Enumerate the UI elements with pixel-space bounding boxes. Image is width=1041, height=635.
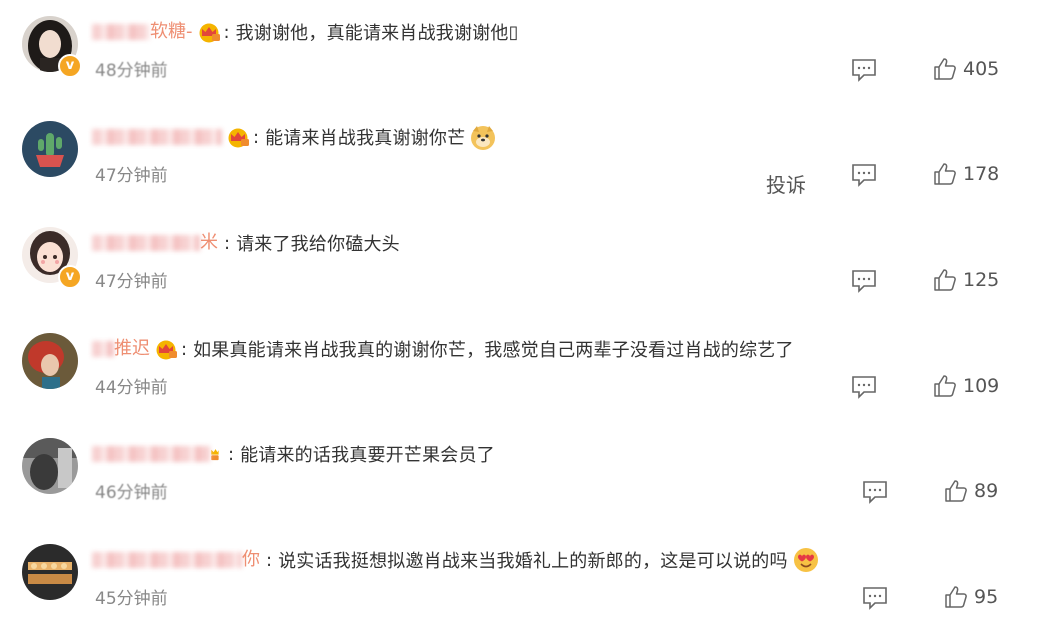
timestamp: 47分钟前 [95,166,168,186]
comment-header: 推迟 : 如果真能请来肖战我真的谢谢你芒，我感觉自己两辈子没看过肖战的综艺了 [92,335,794,363]
comment-reply-icon[interactable] [851,269,877,293]
username[interactable] [92,126,222,148]
thumbs-up-icon[interactable] [933,268,957,292]
comment-header: : 能请来的话我真要开芒果会员了 [92,440,495,468]
timestamp: 45分钟前 [95,589,168,609]
username[interactable]: 软糖- [92,21,193,43]
like-count: 125 [963,269,1000,291]
avatar[interactable] [22,121,78,177]
username[interactable] [92,443,210,465]
comment-item: : 能请来肖战我真谢谢你芒 47分钟前 投诉 178 [0,105,1041,210]
like-count: 109 [963,375,1000,397]
comment-text: 如果真能请来肖战我真的谢谢你芒，我感觉自己两辈子没看过肖战的综艺了 [193,340,794,361]
heart-eyes-emoji-icon [793,548,818,572]
verified-badge-icon: v [58,265,82,289]
username[interactable]: 米 [92,232,218,254]
comment-reply-icon[interactable] [851,375,877,399]
thumbs-up-icon[interactable] [933,162,957,186]
verified-badge-icon: v [58,54,82,78]
timestamp: 48分钟前 [95,61,168,81]
comment-header: 你 : 说实话我挺想拟邀肖战来当我婚礼上的新郎的，这是可以说的吗 [92,546,820,574]
avatar[interactable] [22,333,78,389]
red-hair-avatar-icon [22,333,78,389]
username[interactable]: 推迟 [92,338,150,360]
fan-crown-icon [228,128,249,148]
like-count: 178 [963,163,1000,185]
doge-emoji-icon [471,126,496,150]
comment-text: 能请来的话我真要开芒果会员了 [240,445,495,466]
report-button[interactable]: 投诉 [766,169,806,198]
like-count: 405 [963,58,1000,80]
thumbs-up-icon[interactable] [933,57,957,81]
fan-crown-icon [199,23,220,43]
fan-crown-icon [156,340,177,360]
cactus-avatar-icon [22,121,78,177]
comment-reply-icon[interactable] [862,586,888,610]
comment-header: : 能请来肖战我真谢谢你芒 [92,123,497,151]
thumbs-up-icon[interactable] [944,479,968,503]
avatar[interactable] [22,544,78,600]
comment-item: v 米 : 请来了我给你磕大头 47分钟前 125 [0,211,1041,316]
food-tray-avatar-icon [22,544,78,600]
comment-text: 请来了我给你磕大头 [236,234,400,255]
comment-text: 我谢谢他，真能请来肖战我谢谢他 [235,23,509,44]
comment-reply-icon[interactable] [851,58,877,82]
comment-item: : 能请来的话我真要开芒果会员了 46分钟前 89 [0,422,1041,527]
avatar[interactable]: v [22,227,82,289]
comment-item: 你 : 说实话我挺想拟邀肖战来当我婚礼上的新郎的，这是可以说的吗 45分钟前 9… [0,528,1041,633]
grayscale-photo-avatar-icon [22,438,78,494]
avatar[interactable]: v [22,16,82,78]
timestamp: 46分钟前 [95,483,168,503]
unknown-glyph: ▯ [508,21,519,43]
avatar[interactable] [22,438,78,494]
comment-item: 推迟 : 如果真能请来肖战我真的谢谢你芒，我感觉自己两辈子没看过肖战的综艺了 4… [0,317,1041,422]
like-count: 89 [974,480,999,502]
comment-header: 米 : 请来了我给你磕大头 [92,229,400,257]
timestamp: 47分钟前 [95,272,168,292]
timestamp: 44分钟前 [95,378,168,398]
like-count: 95 [974,586,999,608]
comment-item: v 软糖- : 我谢谢他，真能请来肖战我谢谢他 ▯ 48分钟前 405 [0,0,1041,105]
comment-reply-icon[interactable] [851,163,877,187]
comment-text: 能请来肖战我真谢谢你芒 [265,128,466,149]
comment-text: 说实话我挺想拟邀肖战来当我婚礼上的新郎的，这是可以说的吗 [278,551,788,572]
thumbs-up-icon[interactable] [944,585,968,609]
comment-header: 软糖- : 我谢谢他，真能请来肖战我谢谢他 ▯ [92,18,519,46]
fan-crown-icon [211,449,219,461]
thumbs-up-icon[interactable] [933,374,957,398]
comment-reply-icon[interactable] [862,480,888,504]
username[interactable]: 你 [92,549,260,571]
